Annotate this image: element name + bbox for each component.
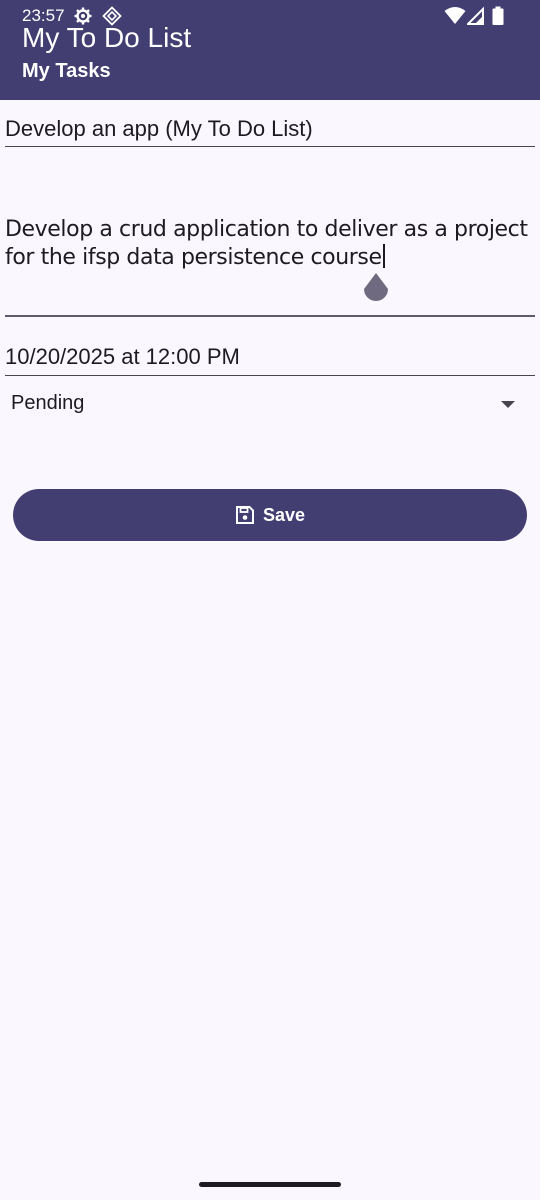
save-button-label: Save [262, 504, 306, 525]
task-description-text: Develop a crud application to deliver as… [5, 217, 528, 270]
save-button[interactable]: Save [13, 489, 527, 541]
status-dropdown[interactable]: Pending [0, 384, 540, 424]
task-title-input[interactable]: Develop an app (My To Do List) [5, 116, 535, 146]
app-title: My To Do List [22, 22, 192, 53]
status-selected-value: Pending [11, 392, 85, 414]
app-subtitle: My Tasks [22, 60, 111, 82]
save-floppy-icon [235, 506, 254, 524]
text-cursor-handle[interactable] [363, 272, 389, 302]
task-description-input[interactable]: Develop a crud application to deliver as… [5, 216, 530, 272]
task-due-date-input[interactable]: 10/20/2025 at 12:00 PM [5, 344, 535, 374]
task-description-underline [5, 315, 535, 317]
app-bar: 23:57 My To Do List My Tasks [0, 0, 540, 100]
battery-icon [492, 6, 504, 25]
text-cursor [382, 244, 385, 268]
task-due-date-underline [5, 375, 535, 376]
cellular-signal-icon [467, 6, 484, 25]
dropdown-arrow-icon [501, 401, 515, 408]
task-title-underline [5, 146, 535, 147]
gesture-navigation-handle[interactable] [199, 1182, 341, 1187]
wifi-icon [444, 7, 466, 24]
